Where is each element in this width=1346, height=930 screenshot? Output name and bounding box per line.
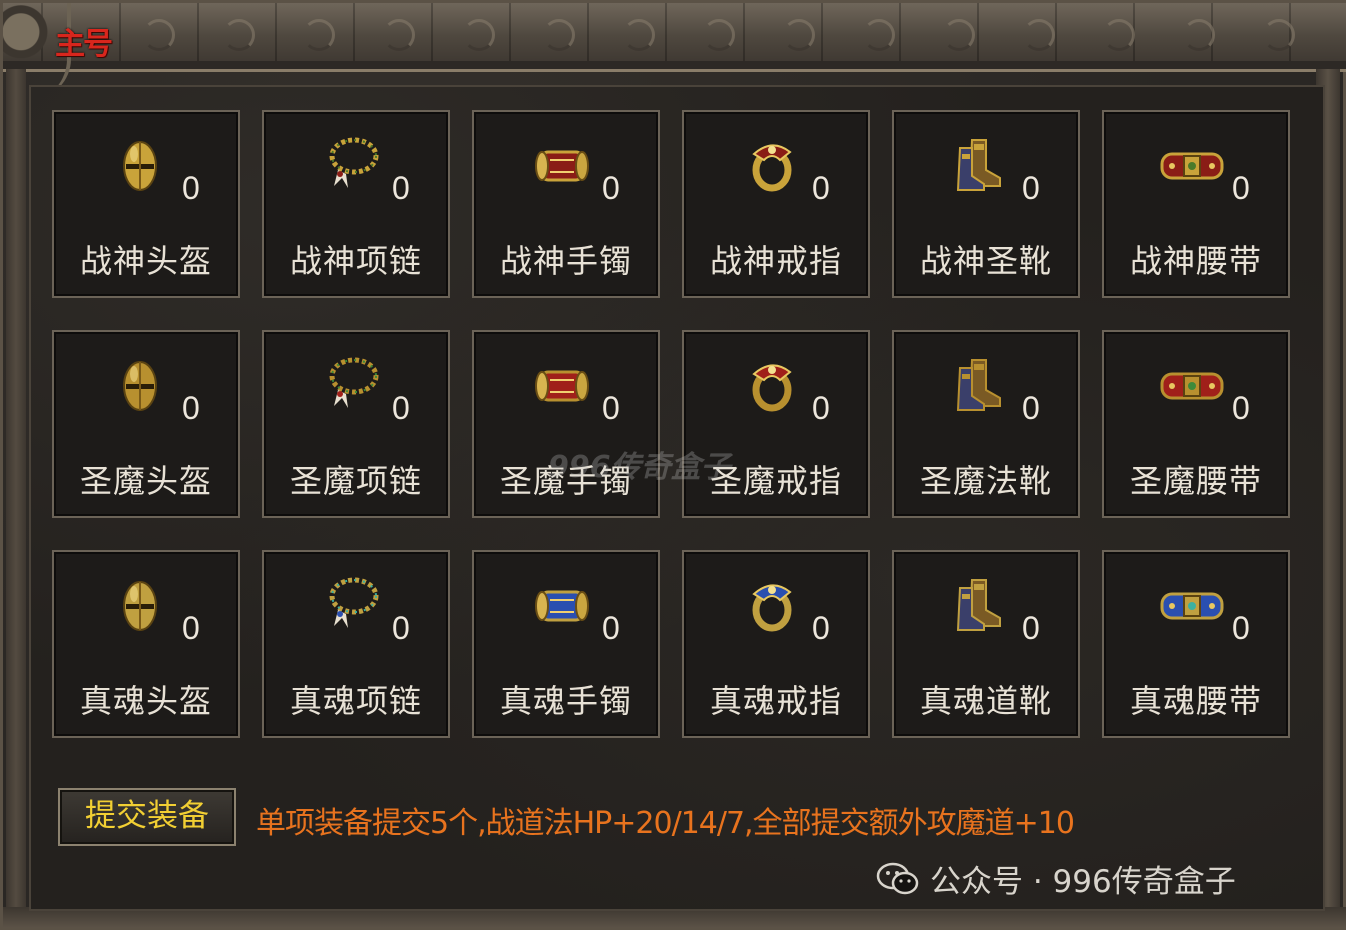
item-count: 0 xyxy=(182,610,200,646)
item-count: 0 xyxy=(812,170,830,206)
belt-icon xyxy=(1160,354,1224,418)
item-name: 战神头盔 xyxy=(79,242,212,280)
item-count: 0 xyxy=(1232,170,1250,206)
item-count: 0 xyxy=(182,390,200,426)
corner-watermark-text: 公众号 · 996传奇盒子 xyxy=(930,864,1236,900)
item-name: 真魂手镯 xyxy=(499,682,632,720)
item-name: 真魂腰带 xyxy=(1129,682,1262,720)
helmet-icon xyxy=(110,354,174,418)
boots-icon xyxy=(950,574,1014,638)
item-name: 真魂头盔 xyxy=(79,682,212,720)
item-count: 0 xyxy=(392,170,410,206)
ring-icon xyxy=(740,574,804,638)
item-name: 圣魔项链 xyxy=(289,462,422,500)
equipment-slot[interactable]: 0 圣魔头盔 xyxy=(52,330,240,518)
equipment-slot[interactable]: 0 圣魔法靴 xyxy=(892,330,1080,518)
center-watermark-text: 996传奇盒子 xyxy=(548,450,731,485)
title-bar xyxy=(3,3,1346,72)
item-count: 0 xyxy=(812,610,830,646)
item-name: 圣魔法靴 xyxy=(919,462,1052,500)
equipment-slot[interactable]: 0 圣魔手镯 xyxy=(472,330,660,518)
item-count: 0 xyxy=(1232,390,1250,426)
equipment-slot[interactable]: 0 战神头盔 xyxy=(52,110,240,298)
equipment-slot[interactable]: 0 战神腰带 xyxy=(1102,110,1290,298)
bracelet-icon xyxy=(530,134,594,198)
equipment-slot[interactable]: 0 战神手镯 xyxy=(472,110,660,298)
equipment-slot[interactable]: 0 真魂头盔 xyxy=(52,550,240,738)
belt-icon xyxy=(1160,574,1224,638)
item-name: 战神戒指 xyxy=(709,242,842,280)
equipment-slot[interactable]: 0 圣魔腰带 xyxy=(1102,330,1290,518)
item-name: 真魂道靴 xyxy=(919,682,1052,720)
equipment-slot[interactable]: 0 真魂道靴 xyxy=(892,550,1080,738)
item-name: 真魂戒指 xyxy=(709,682,842,720)
equipment-slot[interactable]: 0 真魂手镯 xyxy=(472,550,660,738)
equipment-slot[interactable]: 0 圣魔项链 xyxy=(262,330,450,518)
frame-left xyxy=(6,69,26,927)
equipment-slot[interactable]: 0 战神圣靴 xyxy=(892,110,1080,298)
wechat-icon xyxy=(876,862,919,894)
item-count: 0 xyxy=(1022,390,1040,426)
item-name: 真魂项链 xyxy=(289,682,422,720)
item-count: 0 xyxy=(392,610,410,646)
item-name: 圣魔腰带 xyxy=(1129,462,1262,500)
submit-equipment-button[interactable]: 提交装备 xyxy=(58,788,236,846)
item-name: 战神手镯 xyxy=(499,242,632,280)
item-name: 圣魔头盔 xyxy=(79,462,212,500)
boots-icon xyxy=(950,134,1014,198)
item-count: 0 xyxy=(392,390,410,426)
item-count: 0 xyxy=(1022,610,1040,646)
item-count: 0 xyxy=(1232,610,1250,646)
item-count: 0 xyxy=(602,390,620,426)
bracelet-icon xyxy=(530,574,594,638)
ring-icon xyxy=(740,134,804,198)
equipment-slot[interactable]: 0 真魂腰带 xyxy=(1102,550,1290,738)
item-count: 0 xyxy=(182,170,200,206)
center-watermark: 996传奇盒子 xyxy=(548,442,731,486)
equipment-slot[interactable]: 0 真魂戒指 xyxy=(682,550,870,738)
helmet-icon xyxy=(110,574,174,638)
necklace-icon xyxy=(320,354,384,418)
helmet-icon xyxy=(110,134,174,198)
bonus-info-text: 单项装备提交5个,战道法HP+20/14/7,全部提交额外攻魔道+10 xyxy=(256,806,1075,841)
item-name: 战神项链 xyxy=(289,242,422,280)
necklace-icon xyxy=(320,134,384,198)
equipment-slot[interactable]: 0 战神项链 xyxy=(262,110,450,298)
equipment-slot[interactable]: 0 真魂项链 xyxy=(262,550,450,738)
belt-icon xyxy=(1160,134,1224,198)
boots-icon xyxy=(950,354,1014,418)
logo: 主号 xyxy=(55,27,113,62)
corner-watermark: 公众号 · 996传奇盒子 xyxy=(876,856,1236,901)
item-count: 0 xyxy=(602,170,620,206)
equipment-slot[interactable]: 0 战神戒指 xyxy=(682,110,870,298)
item-count: 0 xyxy=(602,610,620,646)
item-count: 0 xyxy=(1022,170,1040,206)
ring-icon xyxy=(740,354,804,418)
equipment-slot[interactable]: 0 圣魔戒指 xyxy=(682,330,870,518)
necklace-icon xyxy=(320,574,384,638)
item-name: 战神腰带 xyxy=(1129,242,1262,280)
item-count: 0 xyxy=(812,390,830,426)
item-name: 战神圣靴 xyxy=(919,242,1052,280)
bracelet-icon xyxy=(530,354,594,418)
